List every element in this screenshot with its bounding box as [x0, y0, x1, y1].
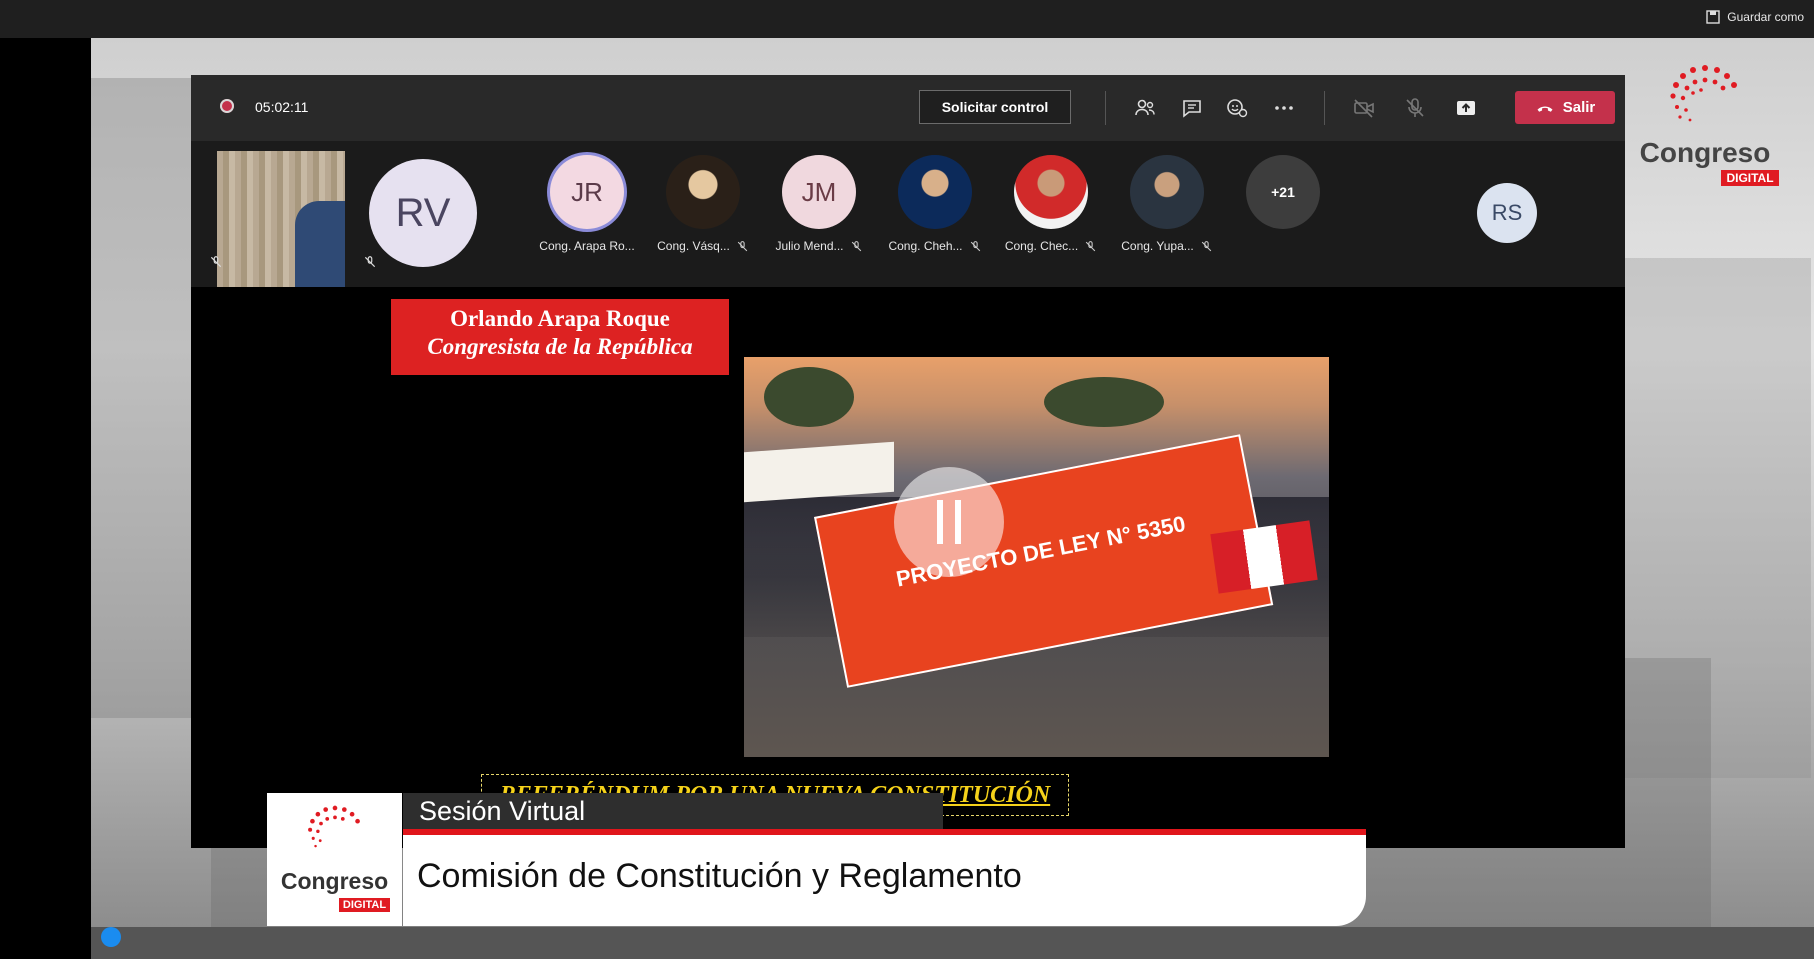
- participant-name: Cong. Chec...: [1004, 239, 1079, 253]
- logo-wordmark: Congreso: [280, 868, 389, 894]
- avatar: JM: [782, 155, 856, 229]
- person-video: [295, 201, 345, 291]
- meeting-timer: 05:02:11: [255, 99, 309, 115]
- avatar-rv[interactable]: RV: [369, 159, 477, 267]
- self-video-tile[interactable]: [217, 151, 345, 291]
- avatar: JR: [550, 155, 624, 229]
- participant-tile[interactable]: Cong. Cheh...: [875, 155, 995, 253]
- divider: [1324, 91, 1325, 125]
- participant-name: Julio Mend...: [775, 239, 844, 253]
- meeting-controls-bar: 05:02:11 Solicitar control Salir: [191, 75, 1625, 141]
- logo-digital-tag: DIGITAL: [338, 898, 391, 912]
- leave-button[interactable]: Salir: [1515, 91, 1615, 124]
- logo-wordmark: Congreso: [1639, 137, 1771, 168]
- logo-dots-icon: [1670, 65, 1737, 122]
- presenter-role: Congresista de la República: [427, 334, 693, 359]
- mic-off-icon: [970, 240, 980, 251]
- meeting-window: 05:02:11 Solicitar control Salir RV JR C…: [191, 75, 1625, 848]
- congreso-digital-logo: Congreso DIGITAL: [1625, 60, 1785, 200]
- participant-tile[interactable]: Cong. Yupa...: [1107, 155, 1227, 253]
- presenter-name-card: Orlando Arapa Roque Congresista de la Re…: [391, 299, 729, 375]
- share-icon[interactable]: [1450, 92, 1482, 124]
- pause-icon[interactable]: [894, 467, 1004, 577]
- mic-off-icon[interactable]: [1399, 92, 1431, 124]
- mic-off-icon: [737, 240, 748, 251]
- leave-label: Salir: [1562, 99, 1596, 116]
- lower-third: Congreso DIGITAL Sesión Virtual Comisión…: [267, 793, 1367, 926]
- participant-name: Cong. Cheh...: [888, 239, 963, 253]
- timeline-scrubber-handle[interactable]: [101, 927, 121, 947]
- recording-indicator-icon: [220, 99, 234, 113]
- participant-name: Cong. Arapa Ro...: [539, 239, 635, 253]
- left-margin: [0, 38, 91, 959]
- participant-tile[interactable]: JR Cong. Arapa Ro...: [527, 155, 647, 253]
- avatar-photo: [1130, 155, 1204, 229]
- mic-off-icon: [851, 240, 861, 251]
- mic-off-icon: [207, 253, 225, 271]
- phone-hangup-icon: [1537, 106, 1553, 112]
- shared-screen: Orlando Arapa Roque Congresista de la Re…: [191, 287, 1625, 848]
- camera-off-icon[interactable]: [1348, 92, 1380, 124]
- mic-off-icon: [1085, 240, 1096, 251]
- video-timeline[interactable]: [91, 927, 1814, 959]
- participant-name: Cong. Vásq...: [657, 239, 730, 253]
- avatar-photo: [666, 155, 740, 229]
- reactions-icon[interactable]: [1221, 92, 1253, 124]
- logo-dots-icon: [307, 805, 360, 848]
- logo-digital-tag: DIGITAL: [1721, 170, 1779, 186]
- participant-tile[interactable]: Cong. Chec...: [991, 155, 1111, 253]
- save-icon: [1706, 10, 1720, 24]
- save-as-button[interactable]: Guardar como: [1705, 9, 1804, 25]
- participants-icon[interactable]: [1129, 92, 1161, 124]
- avatar-photo: [898, 155, 972, 229]
- more-options-icon[interactable]: [1268, 92, 1300, 124]
- avatar-photo: [1014, 155, 1088, 229]
- lower-third-logo: Congreso DIGITAL: [267, 793, 402, 926]
- participants-strip: RV JR Cong. Arapa Ro... Cong. Vásq... JM…: [191, 141, 1625, 291]
- participant-tile[interactable]: JM Julio Mend...: [759, 155, 879, 253]
- session-label: Sesión Virtual: [403, 793, 943, 829]
- request-control-button[interactable]: Solicitar control: [919, 90, 1071, 124]
- mic-off-icon: [1201, 240, 1211, 251]
- presenter-name: Orlando Arapa Roque: [450, 306, 670, 331]
- mic-off-icon: [361, 253, 379, 271]
- chat-icon[interactable]: [1176, 92, 1208, 124]
- participant-overflow[interactable]: +21: [1223, 155, 1343, 229]
- overflow-count: +21: [1246, 155, 1320, 229]
- participant-tile[interactable]: Cong. Vásq...: [643, 155, 763, 253]
- participant-name: Cong. Yupa...: [1121, 239, 1194, 253]
- divider: [1105, 91, 1106, 125]
- window-title-bar: Guardar como: [0, 0, 1814, 38]
- commission-title: Comisión de Constitución y Reglamento: [403, 835, 1366, 926]
- avatar-rs[interactable]: RS: [1477, 183, 1537, 243]
- save-as-label: Guardar como: [1727, 10, 1804, 24]
- protest-photo: PROYECTO DE LEY N° 5350: [744, 357, 1329, 757]
